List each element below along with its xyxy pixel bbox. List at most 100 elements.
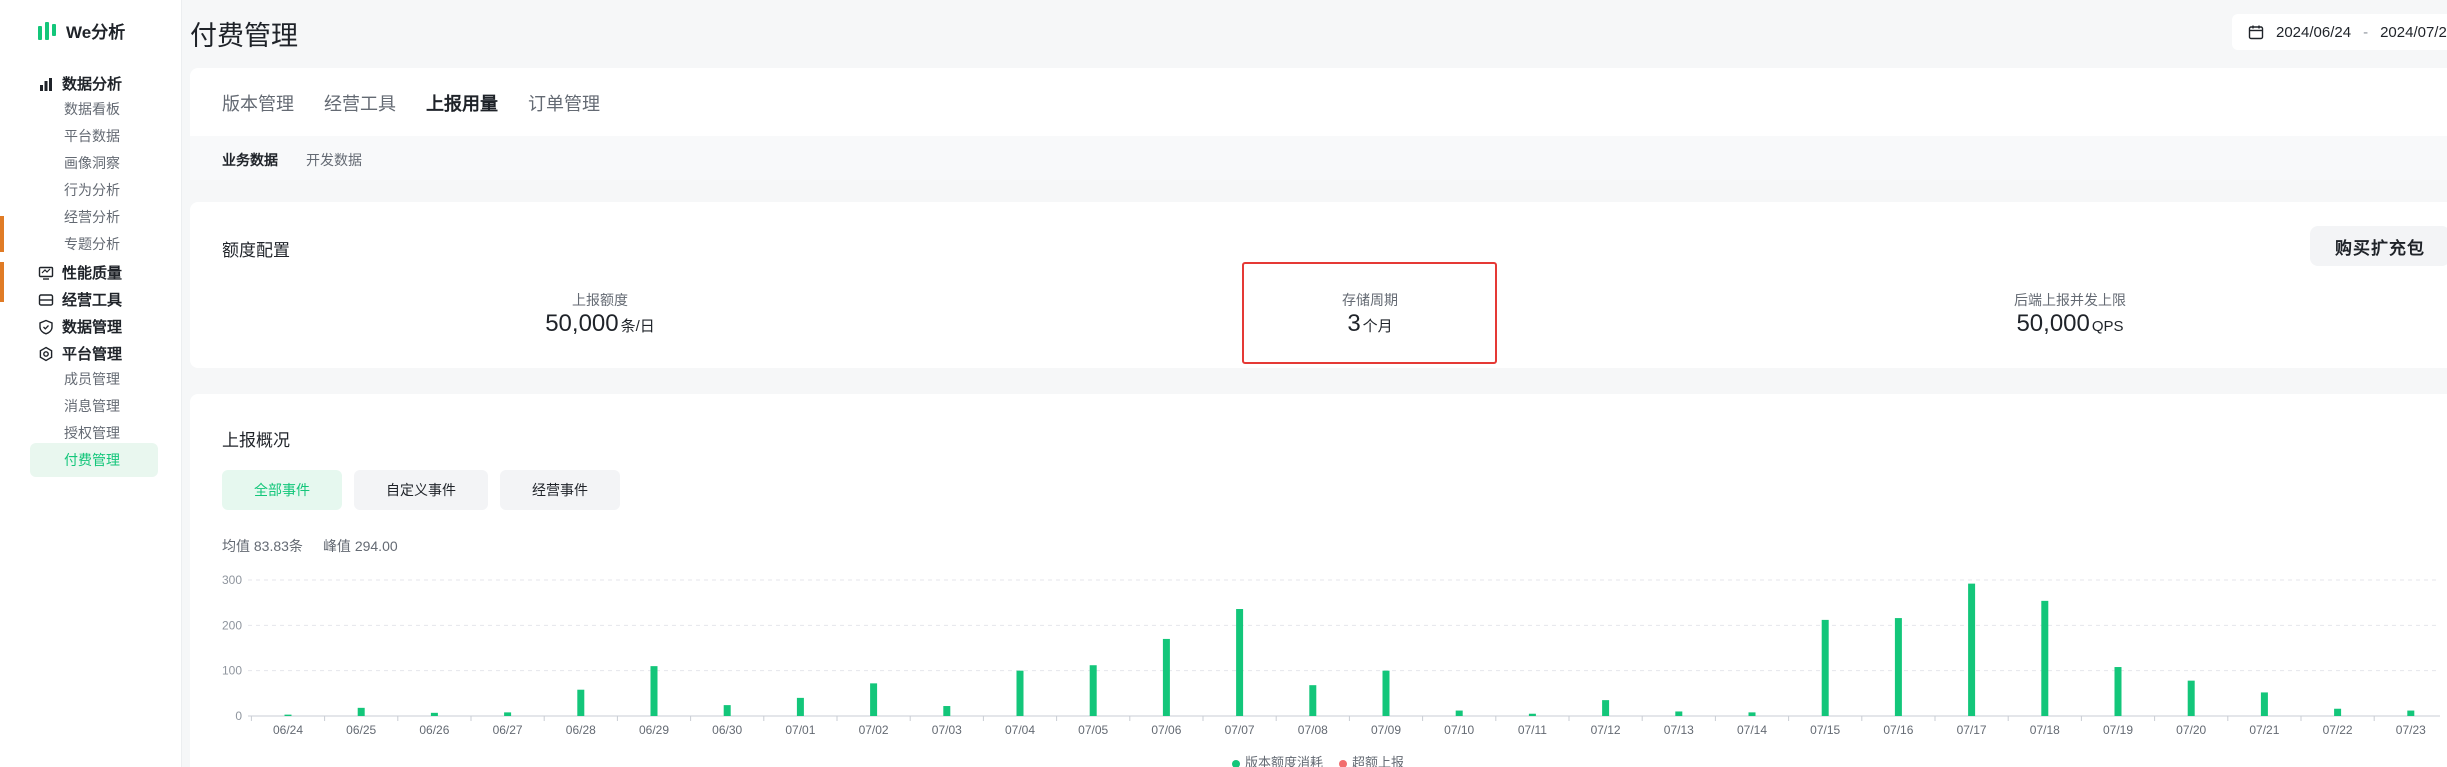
bar[interactable] <box>943 706 951 716</box>
metric-value: 50,000 <box>2016 310 2090 337</box>
filter-business-events[interactable]: 经营事件 <box>500 470 620 510</box>
x-tick-label: 07/23 <box>2396 723 2426 737</box>
x-tick-label: 07/19 <box>2103 723 2133 737</box>
legend-label: 版本额度消耗 <box>1245 755 1324 767</box>
bar[interactable] <box>577 689 585 716</box>
monitor-icon <box>38 266 54 280</box>
subtabs-bar <box>190 136 2447 180</box>
bar[interactable] <box>2041 600 2049 716</box>
bar[interactable] <box>1528 713 1536 716</box>
bar[interactable] <box>1968 583 1976 716</box>
date-end: 2024/07/2 <box>2380 23 2447 41</box>
date-start: 2024/06/24 <box>2276 23 2352 41</box>
x-tick-label: 07/01 <box>785 723 815 737</box>
bar[interactable] <box>504 712 512 716</box>
x-tick-label: 06/27 <box>493 723 523 737</box>
bar[interactable] <box>2260 692 2268 716</box>
tab-business-tools[interactable]: 经营工具 <box>324 90 396 116</box>
chart-legend: 版本额度消耗 超额上报 <box>1232 752 1404 767</box>
bar[interactable] <box>2407 710 2415 716</box>
orange-edge-accent <box>0 216 4 252</box>
bar[interactable] <box>723 705 731 716</box>
bar[interactable] <box>357 707 365 716</box>
bar[interactable] <box>1089 665 1097 716</box>
legend-item-quota-consumption[interactable]: 版本额度消耗 <box>1232 752 1323 767</box>
x-tick-label: 06/24 <box>273 723 303 737</box>
wallet-icon <box>38 293 54 306</box>
bar[interactable] <box>1748 712 1756 716</box>
metric-label: 上报额度 <box>572 292 628 308</box>
legend-dot-icon <box>1232 759 1240 767</box>
legend-item-overage[interactable]: 超额上报 <box>1339 752 1404 767</box>
overview-title: 上报概况 <box>222 431 290 450</box>
bar[interactable] <box>1236 609 1244 716</box>
metric-label: 后端上报并发上限 <box>2014 292 2126 308</box>
tab-version[interactable]: 版本管理 <box>222 90 294 116</box>
settings-icon <box>39 346 53 361</box>
bar[interactable] <box>870 683 878 716</box>
bar[interactable] <box>284 714 292 716</box>
subtab-business-data[interactable]: 业务数据 <box>222 150 278 170</box>
metric-unit: QPS <box>2091 318 2124 335</box>
bar[interactable] <box>1602 700 1610 716</box>
calendar-icon <box>2248 25 2264 40</box>
metric-unit: 条/日 <box>620 318 655 335</box>
x-tick-label: 07/06 <box>1151 723 1181 737</box>
sidebar-group-label: 性能质量 <box>62 265 123 282</box>
bar[interactable] <box>430 712 438 716</box>
x-tick-label: 07/07 <box>1225 723 1255 737</box>
x-tick-label: 07/08 <box>1298 723 1328 737</box>
sidebar-group-8[interactable]: 经营工具 <box>38 289 122 310</box>
metric-report-quota: 上报额度 50,000 条/日 <box>500 290 700 338</box>
sidebar-group-10[interactable]: 平台管理 <box>38 343 122 364</box>
x-tick-label: 07/05 <box>1078 723 1108 737</box>
sub-tabs: 业务数据 开发数据 <box>222 150 362 170</box>
bar[interactable] <box>650 666 658 716</box>
sidebar-item-6[interactable]: 专题分析 <box>30 227 158 261</box>
buy-expansion-button[interactable]: 购买扩充包 <box>2310 226 2447 266</box>
bar[interactable] <box>1821 619 1829 716</box>
bar[interactable] <box>2114 667 2122 716</box>
bar[interactable] <box>1455 710 1463 716</box>
legend-label: 超额上报 <box>1352 755 1405 767</box>
bar[interactable] <box>1382 670 1390 716</box>
filter-custom-events[interactable]: 自定义事件 <box>354 470 488 510</box>
x-tick-label: 07/11 <box>1518 723 1547 737</box>
bar[interactable] <box>796 697 804 716</box>
sidebar-group-7[interactable]: 性能质量 <box>38 262 122 283</box>
tab-orders[interactable]: 订单管理 <box>528 90 600 116</box>
subtab-dev-data[interactable]: 开发数据 <box>306 150 362 170</box>
x-tick-label: 07/20 <box>2176 723 2206 737</box>
x-tick-label: 07/12 <box>1591 723 1621 737</box>
x-tick-label: 07/10 <box>1444 723 1474 737</box>
x-tick-label: 07/22 <box>2323 723 2353 737</box>
sidebar-group-label: 数据分析 <box>62 76 123 93</box>
x-tick-label: 07/04 <box>1005 723 1035 737</box>
we-logo-icon <box>38 21 56 40</box>
date-range-picker[interactable]: 2024/06/24 - 2024/07/2 <box>2232 14 2447 50</box>
bar[interactable] <box>1162 638 1170 716</box>
x-tick-label: 06/28 <box>566 723 596 737</box>
bar[interactable] <box>1675 711 1683 716</box>
shield-icon <box>39 319 53 335</box>
x-tick-label: 06/25 <box>346 723 376 737</box>
bar[interactable] <box>2334 708 2342 716</box>
date-separator: - <box>2363 23 2369 41</box>
app-name: We分析 <box>66 23 126 42</box>
y-tick-label: 100 <box>222 664 242 678</box>
x-tick-label: 07/15 <box>1810 723 1840 737</box>
x-tick-label: 06/29 <box>639 723 669 737</box>
app-logo[interactable]: We分析 <box>36 18 125 43</box>
y-tick-label: 0 <box>235 709 242 723</box>
filter-all-events[interactable]: 全部事件 <box>222 470 342 510</box>
sidebar-group-9[interactable]: 数据管理 <box>38 316 122 337</box>
bar[interactable] <box>1894 618 1902 716</box>
bar[interactable] <box>1309 685 1317 716</box>
sidebar-item-14[interactable]: 付费管理 <box>30 443 158 477</box>
bar[interactable] <box>1016 670 1024 716</box>
metric-value: 50,000 <box>545 310 619 337</box>
tab-report-usage[interactable]: 上报用量 <box>426 90 498 116</box>
y-tick-label: 200 <box>222 618 242 632</box>
sidebar-group-0[interactable]: 数据分析 <box>38 73 122 94</box>
bar[interactable] <box>2187 680 2195 716</box>
